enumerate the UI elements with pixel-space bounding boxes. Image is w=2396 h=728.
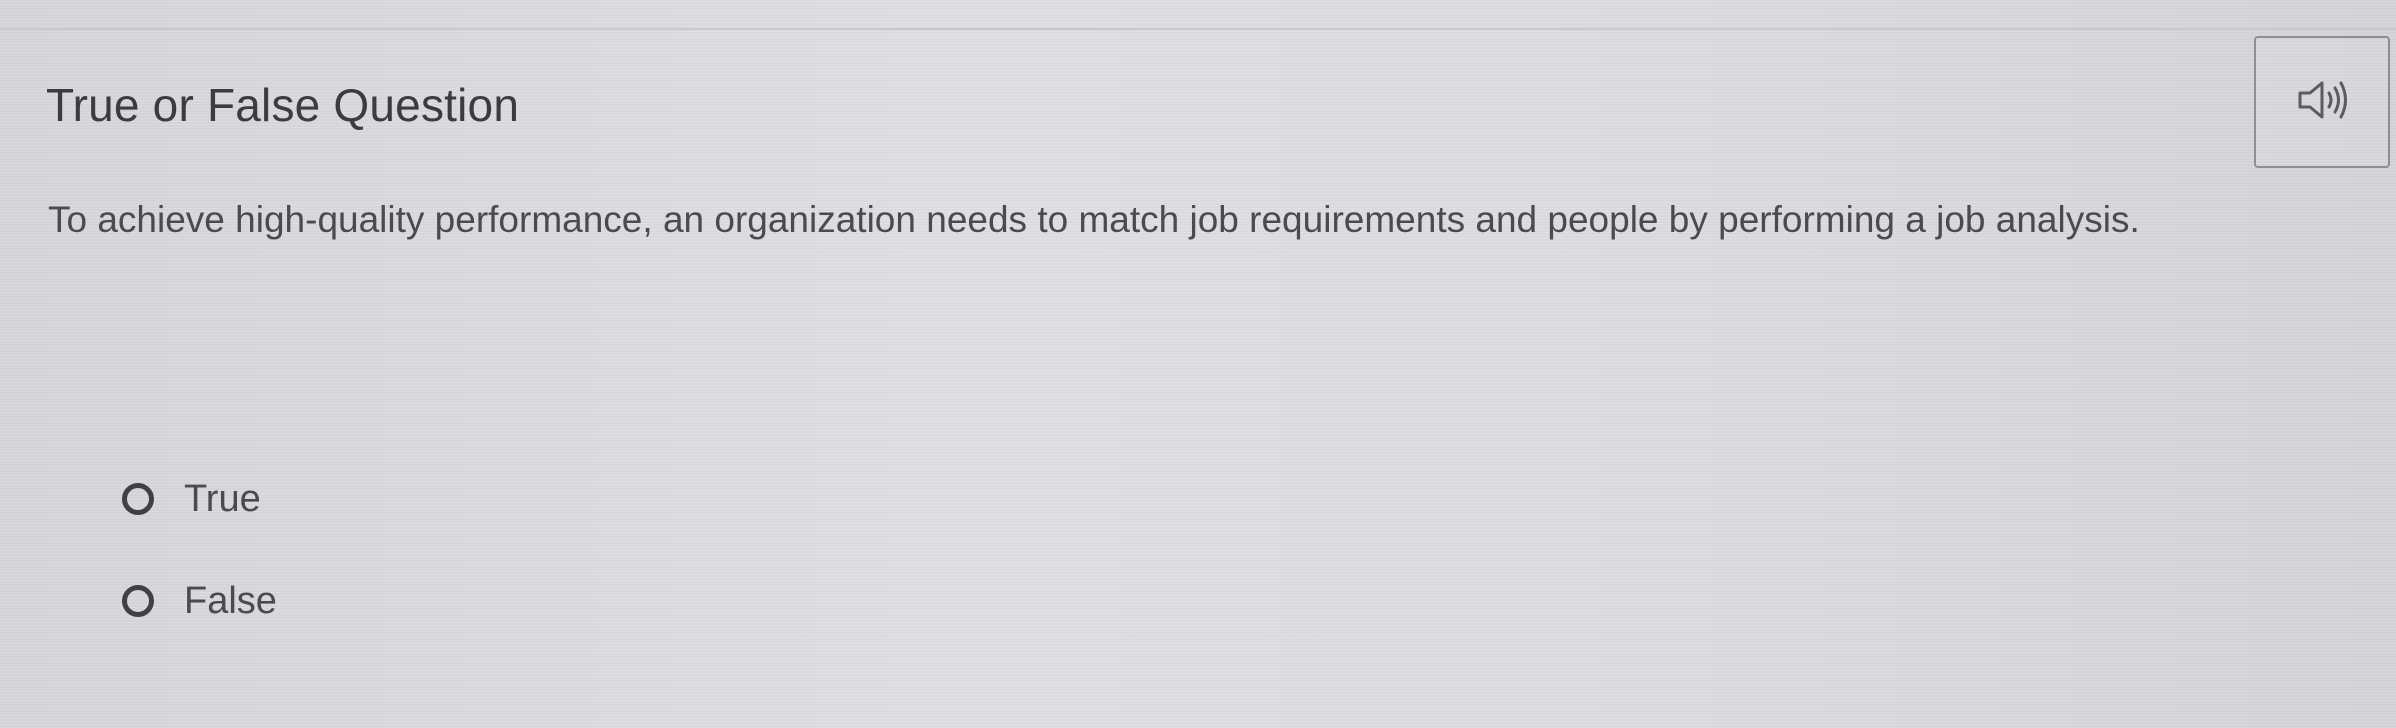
top-divider <box>0 28 2396 30</box>
option-false[interactable]: False <box>122 576 277 626</box>
question-text: To achieve high-quality performance, an … <box>48 199 2140 240</box>
question-title: True or False Question <box>46 79 520 131</box>
radio-button-false[interactable] <box>122 585 154 617</box>
option-label: False <box>184 580 277 622</box>
speaker-icon <box>2296 77 2348 128</box>
option-true[interactable]: True <box>122 474 261 524</box>
read-aloud-button[interactable] <box>2254 36 2390 168</box>
option-label: True <box>184 478 261 520</box>
radio-button-true[interactable] <box>122 483 154 515</box>
